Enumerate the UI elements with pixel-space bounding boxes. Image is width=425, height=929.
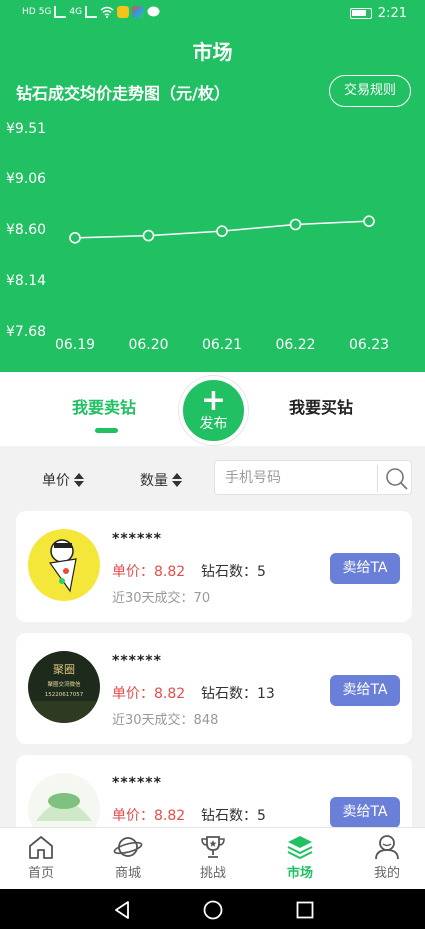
sell-to-button[interactable]: 卖给TA bbox=[330, 675, 400, 706]
layers-icon bbox=[287, 836, 313, 860]
active-tab-indicator bbox=[95, 428, 118, 433]
publish-button[interactable]: + 发布 bbox=[179, 376, 248, 445]
nav-label: 商城 bbox=[114, 866, 141, 881]
user-icon bbox=[375, 835, 399, 860]
y-tick-label: ¥9.51 bbox=[6, 121, 46, 137]
sell-to-button[interactable]: 卖给TA bbox=[330, 797, 400, 828]
status-bar: HD 5G 4G 2:21 bbox=[0, 0, 425, 30]
sort-by-quantity[interactable]: 数量 bbox=[140, 470, 182, 490]
avatar-phone: 15220617057 bbox=[45, 692, 84, 698]
search-icon[interactable] bbox=[385, 467, 409, 491]
seller-nickname: ****** bbox=[112, 775, 162, 791]
sell-to-button[interactable]: 卖给TA bbox=[330, 553, 400, 584]
back-icon[interactable] bbox=[112, 900, 132, 920]
status-indicators: HD 5G 4G bbox=[22, 6, 160, 18]
y-tick-label: ¥9.06 bbox=[6, 171, 46, 187]
status-right: 2:21 bbox=[349, 6, 407, 21]
app-notification-icon bbox=[132, 6, 145, 18]
sort-by-price[interactable]: 单价 bbox=[42, 470, 84, 490]
seller-nickname: ****** bbox=[112, 531, 162, 547]
home-icon bbox=[29, 836, 53, 859]
publish-label: 发布 bbox=[199, 416, 228, 432]
signal-icon bbox=[54, 6, 67, 18]
nav-market[interactable]: 市场 bbox=[270, 834, 330, 881]
market-header: HD 5G 4G 2:21 市场 钻石成交均价走势图（元/枚） 交易规则 ¥9.… bbox=[0, 0, 425, 372]
unit-price: 单价：8.82 bbox=[112, 564, 186, 580]
data-point bbox=[69, 232, 81, 244]
nav-label: 我的 bbox=[373, 866, 400, 881]
unit-price: 单价：8.82 bbox=[112, 686, 186, 702]
price-trend-chart: ¥9.51 ¥9.06 ¥8.60 ¥8.14 ¥7.68 06.19 06.20 06.21… bbox=[6, 121, 389, 353]
bottom-nav: 首页 商城 挑战 市场 我的 bbox=[0, 827, 425, 889]
4g-label: 4G bbox=[69, 7, 83, 17]
nav-label: 市场 bbox=[286, 866, 313, 881]
x-tick-label: 06.22 bbox=[275, 337, 315, 353]
wifi-icon bbox=[100, 6, 114, 18]
trophy-icon bbox=[201, 836, 225, 858]
tab-sell-diamonds[interactable]: 我要卖钻 bbox=[72, 394, 136, 418]
phone-search-input[interactable] bbox=[225, 467, 375, 489]
x-tick-label: 06.21 bbox=[202, 337, 242, 353]
nav-challenge[interactable]: 挑战 bbox=[183, 834, 243, 881]
recent-deals: 近30天成交：70 bbox=[112, 591, 211, 606]
sort-price-label: 单价 bbox=[42, 473, 70, 489]
app-notification-icon bbox=[117, 6, 130, 18]
phone-search-box bbox=[214, 460, 412, 495]
y-tick-label: ¥7.68 bbox=[6, 324, 46, 340]
hd-label: HD bbox=[22, 7, 36, 17]
x-tick-label: 06.20 bbox=[128, 337, 168, 353]
avatar: 聚圈 聚圈交流微信 15220617057 bbox=[28, 651, 100, 723]
planet-icon bbox=[113, 837, 143, 857]
diamond-count: 钻石数：5 bbox=[201, 564, 266, 580]
y-tick-label: ¥8.60 bbox=[6, 222, 46, 238]
data-point bbox=[363, 215, 375, 227]
system-nav-bar bbox=[0, 889, 425, 929]
diamond-count: 钻石数：5 bbox=[201, 808, 266, 824]
clock: 2:21 bbox=[377, 6, 407, 21]
data-point bbox=[142, 229, 155, 242]
5g-label: 5G bbox=[38, 7, 52, 17]
sort-quantity-label: 数量 bbox=[140, 473, 168, 489]
data-point bbox=[289, 218, 302, 231]
chart-title: 钻石成交均价走势图（元/枚） bbox=[16, 84, 230, 103]
message-icon bbox=[147, 6, 160, 17]
battery-icon bbox=[349, 8, 372, 19]
home-circle-icon[interactable] bbox=[203, 900, 223, 920]
seller-nickname: ****** bbox=[112, 653, 162, 669]
trade-rules-button[interactable]: 交易规则 bbox=[329, 75, 411, 107]
avatar-title: 聚圈 bbox=[53, 663, 75, 676]
sort-arrows-icon bbox=[172, 473, 182, 487]
tab-buy-diamonds[interactable]: 我要买钻 bbox=[289, 394, 353, 418]
page-title: 市场 bbox=[192, 40, 233, 64]
y-tick-label: ¥8.14 bbox=[6, 273, 46, 289]
signal-icon bbox=[85, 6, 98, 18]
plus-icon: + bbox=[200, 383, 227, 418]
x-tick-label: 06.19 bbox=[55, 337, 95, 353]
avatar bbox=[28, 529, 100, 601]
recent-apps-icon[interactable] bbox=[296, 901, 314, 919]
sort-arrows-icon bbox=[74, 473, 84, 487]
nav-profile[interactable]: 我的 bbox=[357, 834, 417, 881]
data-point bbox=[216, 225, 228, 237]
x-tick-label: 06.23 bbox=[349, 337, 389, 353]
nav-label: 首页 bbox=[27, 866, 54, 881]
nav-home[interactable]: 首页 bbox=[11, 834, 71, 881]
unit-price: 单价：8.82 bbox=[112, 808, 186, 824]
search-divider bbox=[377, 465, 378, 492]
recent-deals: 近30天成交：848 bbox=[112, 713, 219, 728]
nav-mall[interactable]: 商城 bbox=[98, 834, 158, 881]
filter-bar: 单价 数量 bbox=[0, 446, 425, 508]
diamond-count: 钻石数：13 bbox=[201, 686, 275, 702]
avatar-subtitle: 聚圈交流微信 bbox=[47, 680, 81, 688]
listing-card: 聚圈 聚圈交流微信 15220617057 ****** 单价：8.82 钻石数… bbox=[16, 633, 412, 744]
nav-label: 挑战 bbox=[199, 866, 226, 881]
listing-card: ****** 单价：8.82 钻石数：5 近30天成交：70 卖给TA bbox=[16, 511, 412, 622]
